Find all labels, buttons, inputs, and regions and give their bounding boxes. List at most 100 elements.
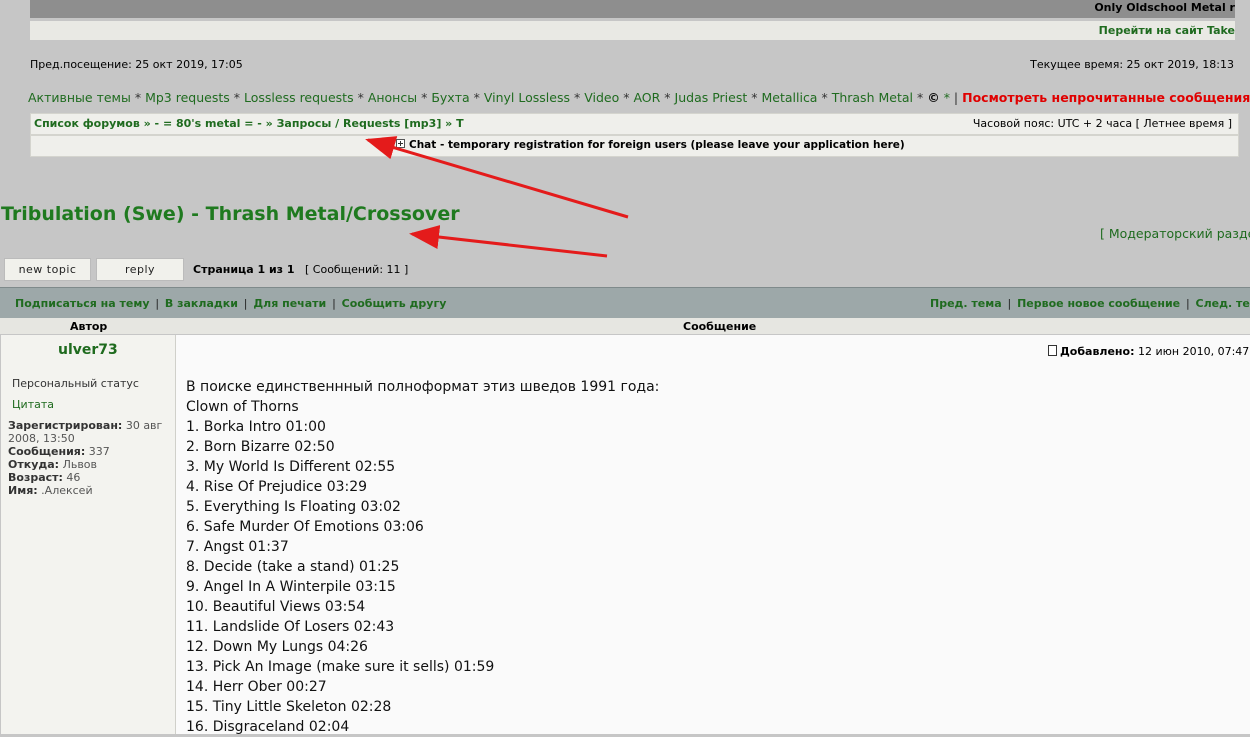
bookmark-link[interactable]: В закладки [165, 297, 238, 310]
new-topic-button[interactable]: new topic [4, 258, 91, 281]
nav-video[interactable]: Video [584, 90, 619, 105]
post-line: 12. Down My Lungs 04:26 [186, 639, 368, 655]
name-label: Имя: [8, 484, 38, 497]
from-label: Откуда: [8, 458, 60, 471]
message-count: [ Сообщений: 11 ] [305, 263, 409, 276]
nav-sep: * [233, 90, 240, 105]
nav-sep: * [821, 90, 828, 105]
posts-value: 337 [85, 445, 110, 458]
post-line: 15. Tiny Little Skeleton 02:28 [186, 699, 392, 715]
moderator-section-link[interactable]: [ Модераторский раздел [1100, 226, 1250, 241]
post-line: 2. Born Bizarre 02:50 [186, 439, 335, 455]
breadcrumb-bar: Список форумов » - = 80's metal = - » За… [30, 113, 1239, 135]
chat-bar: Chat - temporary registration for foreig… [30, 135, 1239, 157]
action-sep: | [1185, 297, 1190, 310]
chat-desc: - temporary registration for foreign use… [436, 139, 905, 151]
print-link[interactable]: Для печати [253, 297, 326, 310]
post-document-icon[interactable] [1048, 345, 1057, 356]
nav-links: Активные темы * Mp3 requests * Lossless … [28, 90, 1250, 105]
last-visit: Пред.посещение: 25 окт 2019, 17:05 [30, 58, 243, 71]
chat-notice: Chat - temporary registration for foreig… [396, 139, 905, 151]
name-value: .Алексей [37, 484, 93, 497]
nav-mp3-requests[interactable]: Mp3 requests [145, 90, 230, 105]
post-line: 11. Landslide Of Losers 02:43 [186, 619, 395, 635]
action-sep: | [1007, 297, 1012, 310]
post-content: В поиске единственнный полноформат этиз … [186, 377, 659, 737]
nav-sep: * [357, 90, 364, 105]
registered-label: Зарегистрирован: [8, 419, 123, 432]
post-line: 14. Herr Ober 00:27 [186, 679, 327, 695]
nav-unread-messages[interactable]: Посмотреть непрочитанные сообщения [962, 90, 1250, 105]
nav-active-topics[interactable]: Активные темы [28, 90, 131, 105]
post-line: 1. Borka Intro 01:00 [186, 419, 326, 435]
topic-action-bar: Подписаться на тему | В закладки | Для п… [0, 287, 1250, 318]
topic-actions-right: Пред. тема | Первое новое сообщение | Сл… [930, 297, 1250, 310]
author-profile: Зарегистрирован: 30 авг 2008, 13:50 Сооб… [8, 419, 168, 497]
nav-sep: * [134, 90, 142, 105]
chat-link[interactable]: Chat [409, 139, 436, 151]
nav-judas-priest[interactable]: Judas Priest [675, 90, 748, 105]
subscribe-link[interactable]: Подписаться на тему [15, 297, 150, 310]
nav-announcements[interactable]: Анонсы [368, 90, 417, 105]
posts-label: Сообщения: [8, 445, 86, 458]
nav-aor[interactable]: AOR [633, 90, 660, 105]
goto-site-link[interactable]: Перейти на сайт Take [1099, 24, 1235, 37]
breadcrumb[interactable]: Список форумов » - = 80's metal = - » За… [34, 117, 464, 130]
post-line: 16. Disgraceland 02:04 [186, 719, 350, 735]
top-banner-link-bar: Перейти на сайт Take [30, 21, 1235, 40]
post-body-panel: Добавлено: 12 июн 2010, 07:47 В поиске е… [176, 335, 1250, 737]
added-value: 12 июн 2010, 07:47 [1134, 345, 1250, 358]
arrow-to-title [409, 225, 608, 258]
nav-lossless-requests[interactable]: Lossless requests [244, 90, 354, 105]
action-sep: | [155, 297, 160, 310]
posts-table-header: Автор Сообщение [0, 318, 1250, 334]
nav-copyright[interactable]: © [927, 90, 940, 105]
topic-actions-left: Подписаться на тему | В закладки | Для п… [15, 297, 446, 310]
top-banner: Only Oldschool Metal r [30, 0, 1235, 18]
nav-sep: * [916, 90, 924, 105]
post-line: 4. Rise Of Prejudice 03:29 [186, 479, 368, 495]
current-time: Текущее время: 25 окт 2019, 18:13 [1030, 58, 1234, 71]
nav-metallica[interactable]: Metallica [761, 90, 817, 105]
prev-topic-link[interactable]: Пред. тема [930, 297, 1002, 310]
quote-button[interactable]: Цитата [12, 398, 54, 411]
author-column-header: Автор [70, 320, 108, 333]
page-title[interactable]: Tribulation (Swe) - Thrash Metal/Crossov… [1, 203, 460, 225]
post-author-name[interactable]: ulver73 [58, 342, 118, 358]
first-new-post-link[interactable]: Первое новое сообщение [1017, 297, 1180, 310]
nav-sep: * [421, 90, 428, 105]
nav-sep: * [751, 90, 758, 105]
message-column-header: Сообщение [683, 320, 757, 333]
age-label: Возраст: [8, 471, 63, 484]
site-slogan: Only Oldschool Metal r [1094, 1, 1235, 14]
nav-star-link[interactable]: * [944, 90, 950, 105]
action-sep: | [243, 297, 248, 310]
post-author-panel: ulver73 Персональный статус Цитата Зарег… [1, 335, 176, 734]
nav-sep: * [573, 90, 581, 105]
post-line: 8. Decide (take a stand) 01:25 [186, 559, 400, 575]
email-friend-link[interactable]: Сообщить другу [342, 297, 447, 310]
expand-plus-icon[interactable] [396, 139, 405, 148]
added-label: Добавлено: [1060, 345, 1135, 358]
action-sep: | [332, 297, 336, 310]
nav-sep: * [664, 90, 671, 105]
nav-bar: | [953, 90, 959, 105]
page-info: Страница 1 из 1 [193, 263, 295, 276]
nav-bay[interactable]: Бухта [431, 90, 469, 105]
post-date: Добавлено: 12 июн 2010, 07:47 [1048, 344, 1249, 358]
personal-status: Персональный статус [12, 377, 139, 390]
nav-vinyl-lossless[interactable]: Vinyl Lossless [484, 90, 570, 105]
post-line: 3. My World Is Different 02:55 [186, 459, 396, 475]
timezone: Часовой пояс: UTC + 2 часа [ Летнее врем… [972, 117, 1232, 130]
nav-sep: * [473, 90, 480, 105]
post-line: Clown of Thorns [186, 399, 299, 415]
next-topic-link[interactable]: След. тем [1196, 297, 1250, 310]
post-line: 13. Pick An Image (make sure it sells) 0… [186, 659, 495, 675]
post-line: 9. Angel In A Winterpile 03:15 [186, 579, 396, 595]
reply-button[interactable]: reply [96, 258, 184, 281]
post-line: В поиске единственнный полноформат этиз … [186, 379, 660, 395]
nav-thrash-metal[interactable]: Thrash Metal [832, 90, 913, 105]
post-line: 10. Beautiful Views 03:54 [186, 599, 366, 615]
post-line: 6. Safe Murder Of Emotions 03:06 [186, 519, 424, 535]
post-line: 7. Angst 01:37 [186, 539, 289, 555]
